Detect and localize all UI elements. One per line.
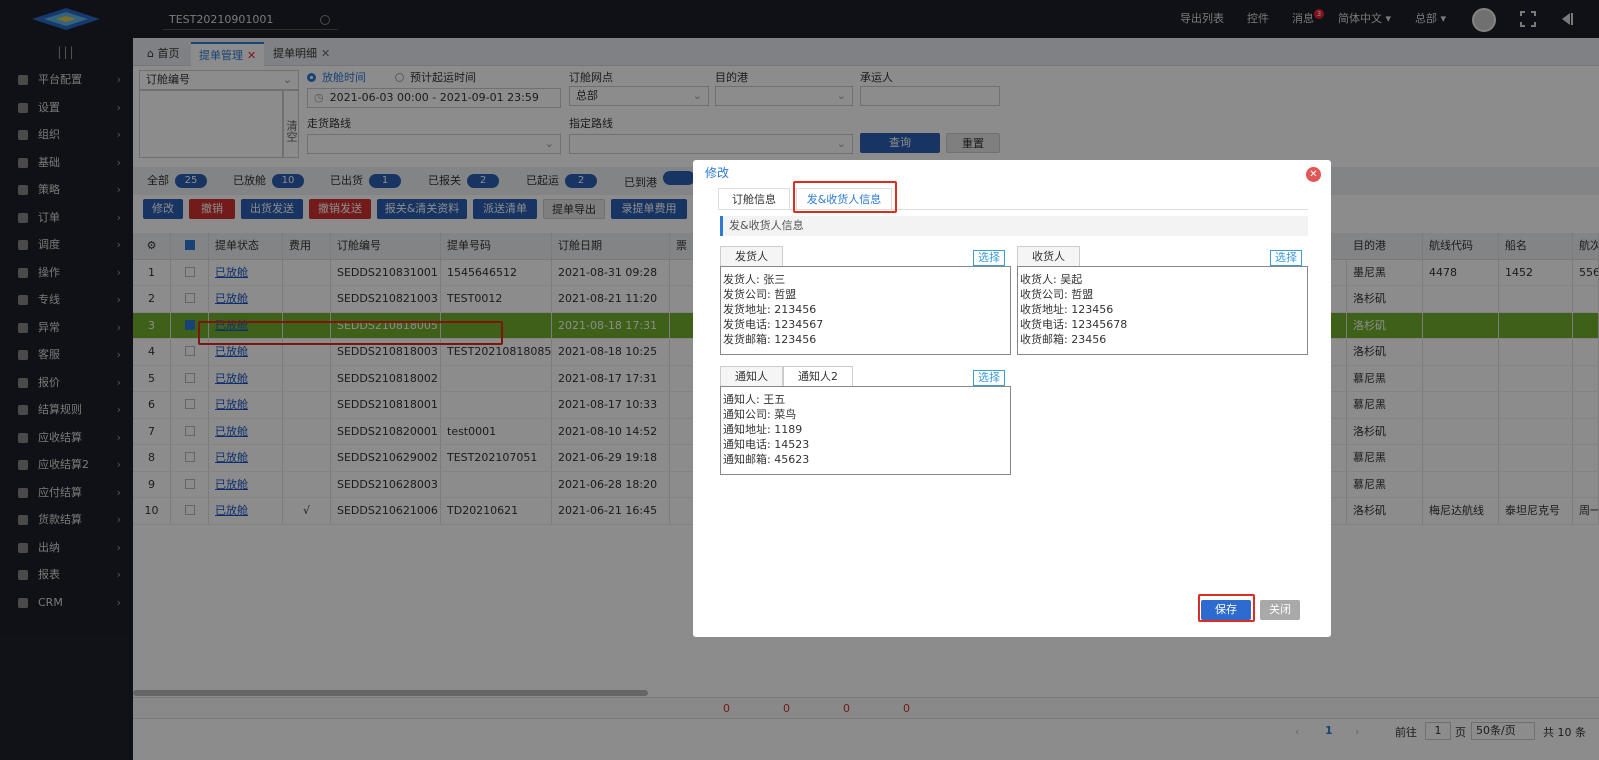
consignee-line: 收货电话: 12345678 [1020, 318, 1128, 331]
tab-booking-info[interactable]: 订舱信息 [718, 188, 790, 210]
shipper-line: 发货公司: 哲盟 [723, 288, 797, 301]
consignee-line: 收货邮箱: 23456 [1020, 333, 1107, 346]
notify-info-box[interactable]: 通知人: 王五 通知公司: 菜鸟 通知地址: 1189 通知电话: 14523 … [720, 386, 1011, 475]
notify-line: 通知人: 王五 [723, 393, 786, 406]
consignee-line: 收货人: 吴起 [1020, 273, 1083, 286]
edit-modal: 修改 ✕ 订舱信息 发&收货人信息 发&收货人信息 发货人 选择 发货人: 张三… [693, 160, 1331, 637]
consignee-line: 收货公司: 哲盟 [1020, 288, 1094, 301]
notify-tab[interactable]: 通知人 [720, 366, 783, 386]
notify-select-button[interactable]: 选择 [973, 370, 1005, 386]
close-button[interactable]: 关闭 [1260, 600, 1300, 620]
shipper-line: 发货电话: 1234567 [723, 318, 824, 331]
shipper-line: 发货人: 张三 [723, 273, 786, 286]
shipper-line: 发货地址: 213456 [723, 303, 817, 316]
highlight-save-box [1198, 594, 1255, 622]
shipper-line: 发货邮箱: 123456 [723, 333, 817, 346]
highlight-tab-box [793, 181, 897, 213]
consignee-select-button[interactable]: 选择 [1270, 250, 1302, 266]
consignee-info-box[interactable]: 收货人: 吴起 收货公司: 哲盟 收货地址: 123456 收货电话: 1234… [1017, 266, 1308, 355]
modal-title: 修改 [705, 166, 730, 180]
notify-line: 通知邮箱: 45623 [723, 453, 810, 466]
consignee-line: 收货地址: 123456 [1020, 303, 1114, 316]
shipper-select-button[interactable]: 选择 [973, 250, 1005, 266]
section-header: 发&收货人信息 [720, 216, 1308, 236]
notify-line: 通知公司: 菜鸟 [723, 408, 797, 421]
notify2-tab[interactable]: 通知人2 [783, 366, 853, 386]
notify-line: 通知地址: 1189 [723, 423, 803, 436]
close-icon[interactable]: ✕ [1306, 167, 1321, 182]
shipper-info-box[interactable]: 发货人: 张三 发货公司: 哲盟 发货地址: 213456 发货电话: 1234… [720, 266, 1011, 355]
shipper-tab[interactable]: 发货人 [720, 246, 783, 266]
consignee-tab[interactable]: 收货人 [1017, 246, 1080, 266]
notify-line: 通知电话: 14523 [723, 438, 810, 451]
